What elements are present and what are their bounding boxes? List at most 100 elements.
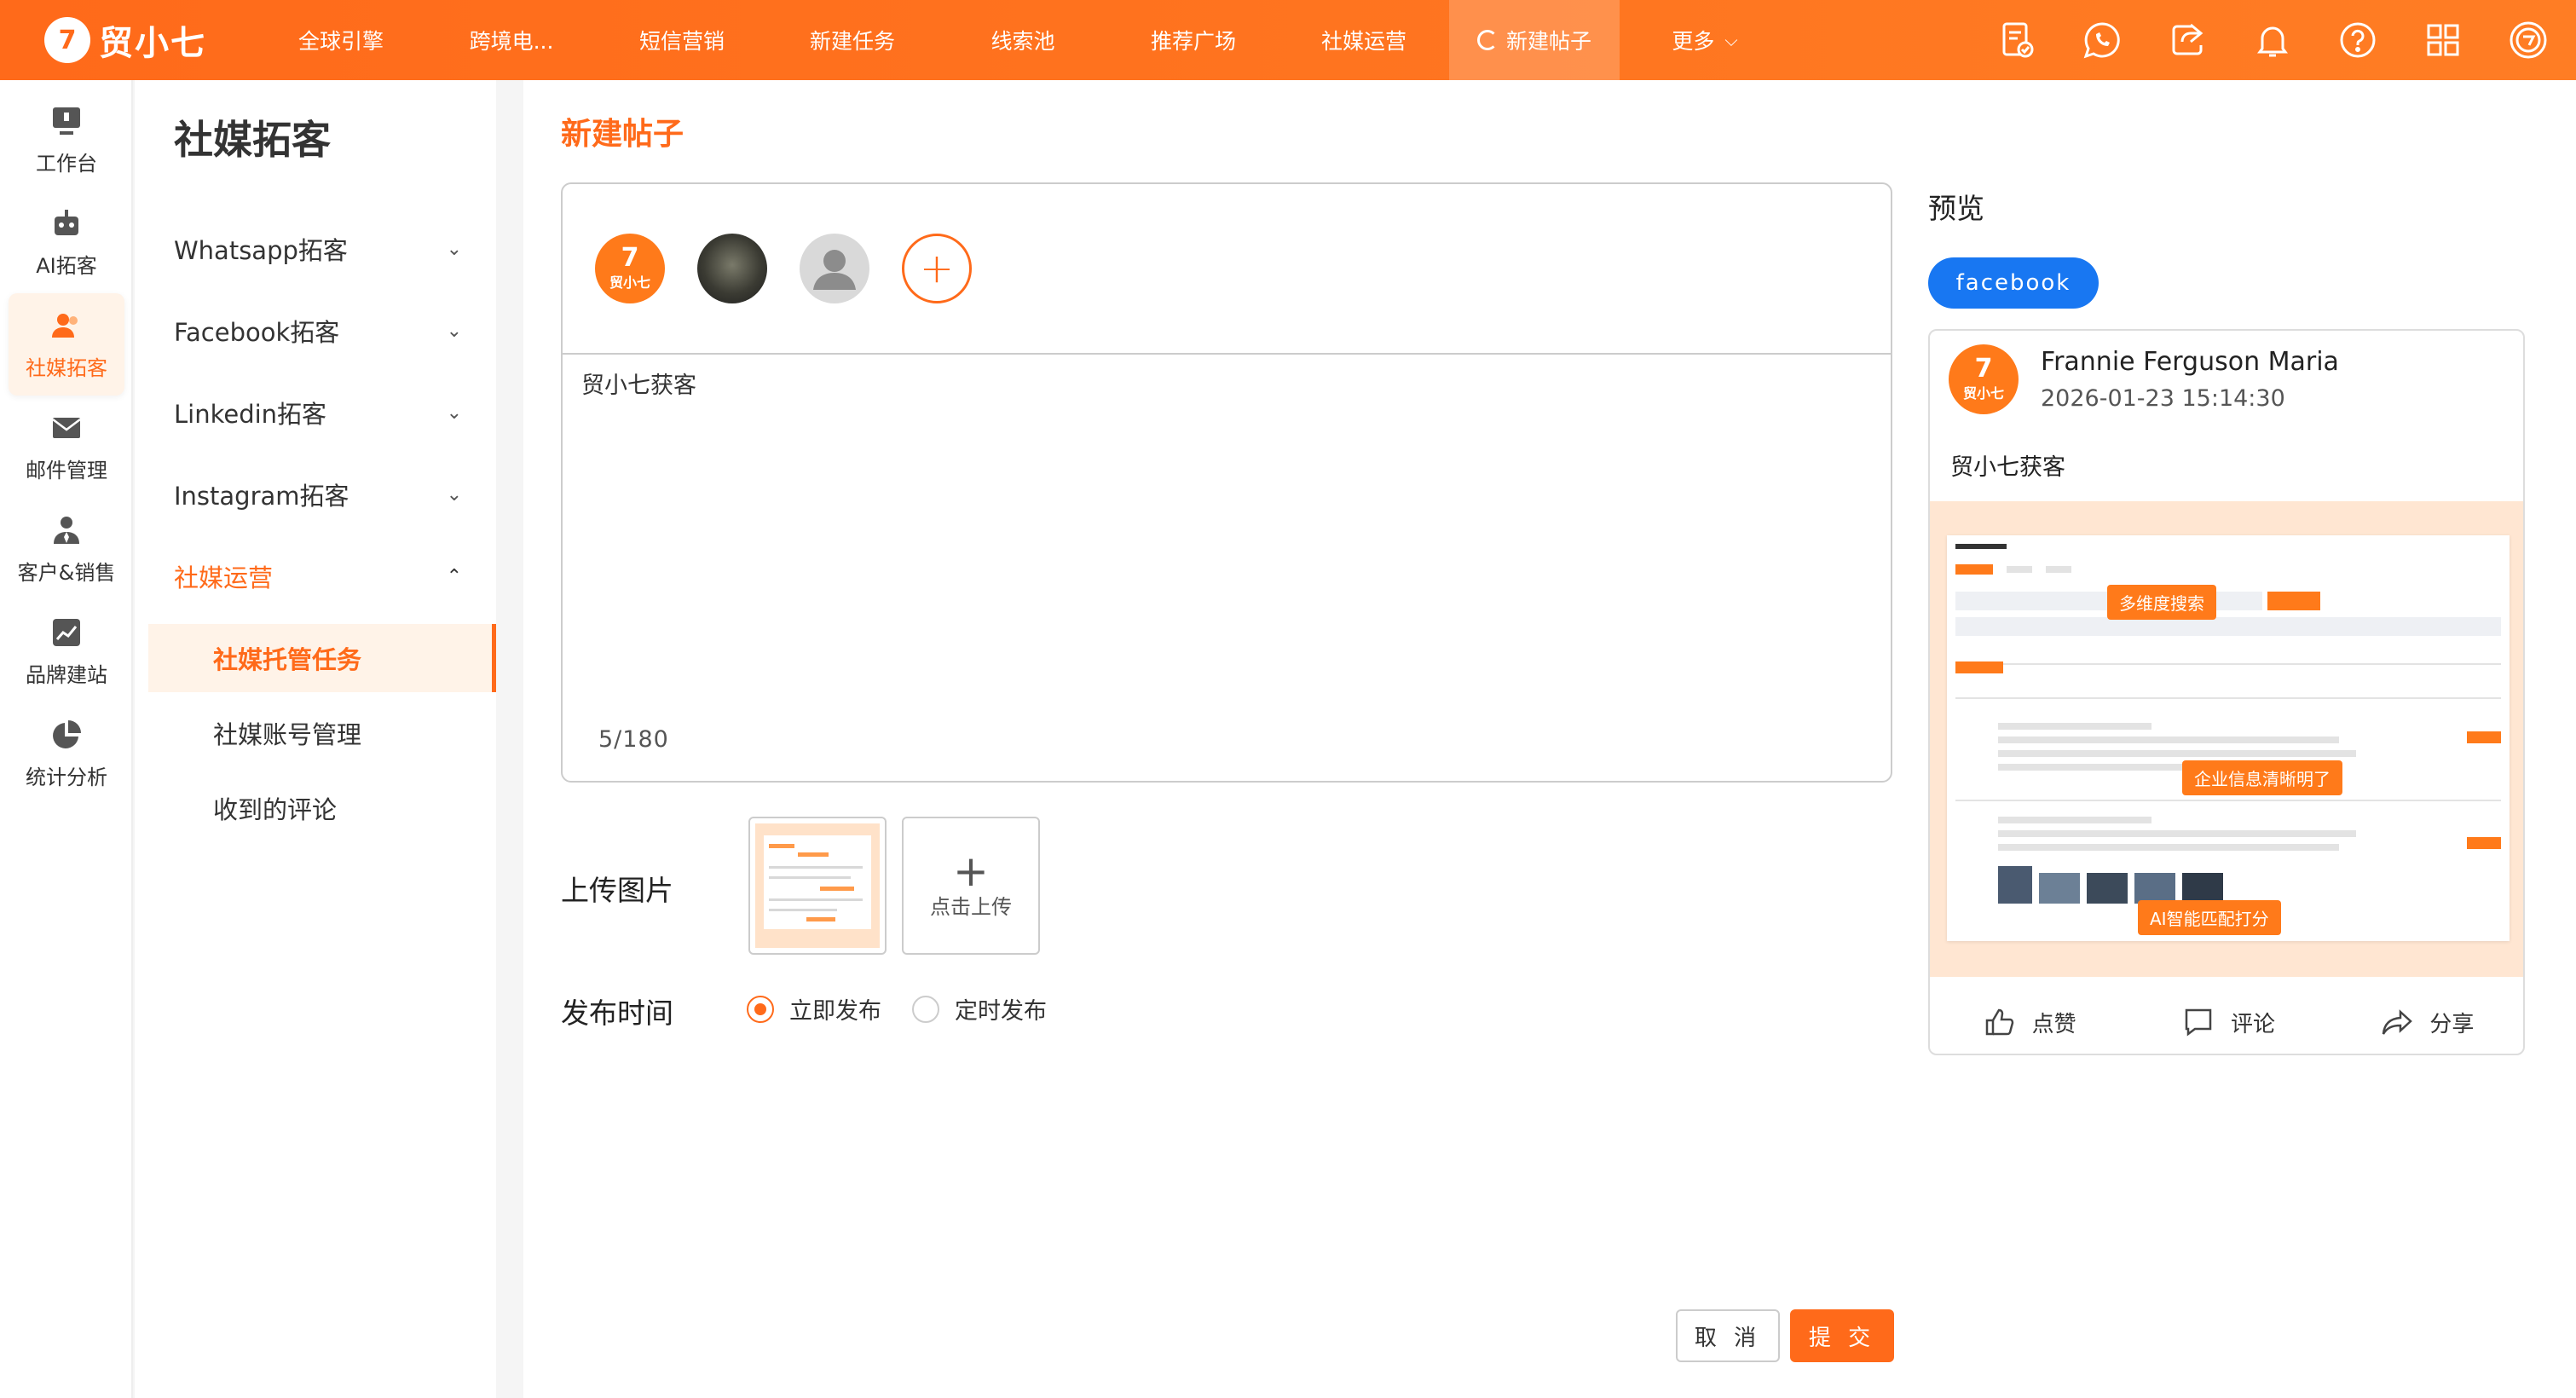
rail-email[interactable]: 邮件管理 xyxy=(9,396,124,498)
radio-unchecked-icon xyxy=(912,995,939,1023)
sidebar-group-social-ops[interactable]: 社媒运营 ⌃ xyxy=(135,535,496,617)
sidebar-group-label: Whatsapp拓客 xyxy=(174,236,348,265)
person-tie-icon xyxy=(54,516,79,544)
top-bar: 7 贸小七 全球引擎 跨境电... 短信营销 新建任务 线索池 推荐广场 社媒运… xyxy=(0,0,2576,80)
help-icon[interactable] xyxy=(2336,18,2380,62)
sidebar-group-facebook[interactable]: Facebook拓客 ⌄ xyxy=(135,290,496,372)
user-avatar-icon[interactable] xyxy=(2506,18,2550,62)
char-counter: 5/180 xyxy=(598,726,669,753)
refresh-icon[interactable] xyxy=(1476,30,1498,50)
nav-lead-pool[interactable]: 线索池 xyxy=(938,0,1108,80)
rail-statistics-label: 统计分析 xyxy=(26,765,107,789)
brand-glyph: 7 xyxy=(1974,354,1993,384)
brand-logo[interactable]: 7 贸小七 xyxy=(0,15,256,65)
like-button[interactable]: 点赞 xyxy=(1983,1005,2076,1039)
post-text: 贸小七获客 xyxy=(1950,454,2065,481)
comment-button[interactable]: 评论 xyxy=(2181,1005,2275,1039)
brand-avatar-label: 贸小七 xyxy=(609,274,650,291)
sub-sidebar: 社媒拓客 Whatsapp拓客 ⌄ Facebook拓客 ⌄ Linkedin拓… xyxy=(135,80,629,1398)
uploaded-image-thumbnail[interactable] xyxy=(748,817,887,955)
publish-time-label: 发布时间 xyxy=(561,997,673,1030)
nav-sms-marketing[interactable]: 短信营销 xyxy=(597,0,767,80)
nav-new-post[interactable]: 新建帖子 xyxy=(1449,0,1620,80)
preview-title: 预览 xyxy=(1928,192,1984,225)
comment-label: 评论 xyxy=(2230,1011,2275,1037)
chevron-down-icon: ⌄ xyxy=(446,238,462,260)
rail-brand-site[interactable]: 品牌建站 xyxy=(9,600,124,702)
chevron-down-icon: ⌄ xyxy=(446,483,462,505)
sidebar-group-whatsapp[interactable]: Whatsapp拓客 ⌄ xyxy=(135,208,496,290)
upload-image-label: 上传图片 xyxy=(561,874,673,907)
nav-new-task[interactable]: 新建任务 xyxy=(767,0,938,80)
share-button[interactable]: 分享 xyxy=(2380,1005,2474,1039)
radio-scheduled-label: 定时发布 xyxy=(955,998,1047,1025)
rail-customers-sales[interactable]: 客户&销售 xyxy=(9,498,124,600)
radio-publish-now[interactable]: 立即发布 xyxy=(747,992,881,1025)
click-upload-label: 点击上传 xyxy=(930,894,1012,919)
nav-recommend-plaza[interactable]: 推荐广场 xyxy=(1108,0,1279,80)
plus-icon: + xyxy=(919,245,955,292)
top-toolbar xyxy=(1954,0,2550,80)
page-title: 新建帖子 xyxy=(561,117,684,152)
thumbnail-preview xyxy=(755,823,880,948)
radio-scheduled[interactable]: 定时发布 xyxy=(912,992,1047,1025)
sidebar-group-label: Linkedin拓客 xyxy=(174,400,327,429)
nav-more[interactable]: 更多 ⌵ xyxy=(1620,0,1790,80)
platform-tab-facebook[interactable]: facebook xyxy=(1928,257,2099,309)
sidebar-group-instagram[interactable]: Instagram拓客 ⌄ xyxy=(135,453,496,535)
submit-button[interactable]: 提 交 xyxy=(1790,1309,1894,1362)
nav-cross-border[interactable]: 跨境电... xyxy=(426,0,597,80)
sidebar-title: 社媒拓客 xyxy=(174,117,331,163)
rail-ai-prospecting[interactable]: AI拓客 xyxy=(9,191,124,293)
comment-icon xyxy=(2185,1008,2212,1037)
post-editor: 7 贸小七 + 贸小七获客 5/180 xyxy=(561,182,1892,783)
sidebar-item-received-comments[interactable]: 收到的评论 xyxy=(148,774,496,842)
image-tag-ai-match: AI智能匹配打分 xyxy=(2138,900,2281,935)
click-upload-button[interactable]: + 点击上传 xyxy=(902,817,1040,955)
chevron-up-icon: ⌃ xyxy=(446,565,462,587)
sidebar-item-account-management[interactable]: 社媒账号管理 xyxy=(148,699,496,767)
account-selector: 7 贸小七 + xyxy=(563,184,1891,355)
apps-grid-icon[interactable] xyxy=(2421,18,2465,62)
nav-more-label: 更多 xyxy=(1672,29,1715,54)
pie-chart-icon xyxy=(53,719,81,748)
main-panel: 新建帖子 7 贸小七 + 贸小七获客 5/180 上传图片 + 点击上传 发布时… xyxy=(523,80,2576,1398)
sidebar-item-hosted-tasks[interactable]: 社媒托管任务 xyxy=(148,624,496,692)
rail-statistics[interactable]: 统计分析 xyxy=(9,702,124,805)
account-avatar-brand[interactable]: 7 贸小七 xyxy=(595,234,665,303)
rail-workbench[interactable]: 工作台 xyxy=(9,89,124,191)
bell-icon[interactable] xyxy=(2250,18,2295,62)
product-screenshot: 多维度搜索 企业信息清晰明了 AI智能匹配打分 xyxy=(1947,535,2510,941)
share-export-icon[interactable] xyxy=(2165,18,2209,62)
user-silhouette-icon xyxy=(813,250,856,290)
sidebar-group-linkedin[interactable]: Linkedin拓客 ⌄ xyxy=(135,372,496,453)
chevron-down-icon: ⌄ xyxy=(446,401,462,424)
post-header: 7 贸小七 Frannie Ferguson Maria 2026-01-23 … xyxy=(1930,331,2523,428)
rail-social-prospecting[interactable]: 社媒拓客 xyxy=(9,293,124,396)
chevron-down-icon: ⌄ xyxy=(446,320,462,342)
post-preview-card: 7 贸小七 Frannie Ferguson Maria 2026-01-23 … xyxy=(1928,329,2525,1055)
radio-publish-now-label: 立即发布 xyxy=(789,998,881,1025)
whatsapp-icon[interactable] xyxy=(2080,18,2124,62)
account-avatar-default[interactable] xyxy=(800,234,869,303)
top-nav: 全球引擎 跨境电... 短信营销 新建任务 线索池 推荐广场 社媒运营 新建帖子… xyxy=(256,0,1790,80)
nav-new-post-label: 新建帖子 xyxy=(1505,29,1591,54)
robot-icon xyxy=(55,209,78,235)
add-account-button[interactable]: + xyxy=(902,234,972,303)
post-content-input[interactable]: 贸小七获客 xyxy=(581,367,696,400)
rail-customers-label: 客户&销售 xyxy=(17,560,116,585)
chevron-down-icon: ⌵ xyxy=(1724,30,1738,50)
cancel-button[interactable]: 取 消 xyxy=(1676,1309,1780,1362)
image-tag-company-info: 企业信息清晰明了 xyxy=(2182,760,2342,795)
logo-icon: 7 xyxy=(44,17,90,63)
radio-checked-icon xyxy=(747,995,774,1023)
thumbs-up-icon xyxy=(1985,1008,2013,1036)
account-avatar-photo[interactable] xyxy=(697,234,767,303)
brand-name: 贸小七 xyxy=(99,24,206,63)
rail-social-label: 社媒拓客 xyxy=(26,355,107,380)
nav-social-ops[interactable]: 社媒运营 xyxy=(1279,0,1449,80)
share-label: 分享 xyxy=(2429,1011,2475,1037)
plus-icon: + xyxy=(953,846,989,896)
nav-global-engine[interactable]: 全球引擎 xyxy=(256,0,426,80)
document-check-icon[interactable] xyxy=(1995,18,2039,62)
